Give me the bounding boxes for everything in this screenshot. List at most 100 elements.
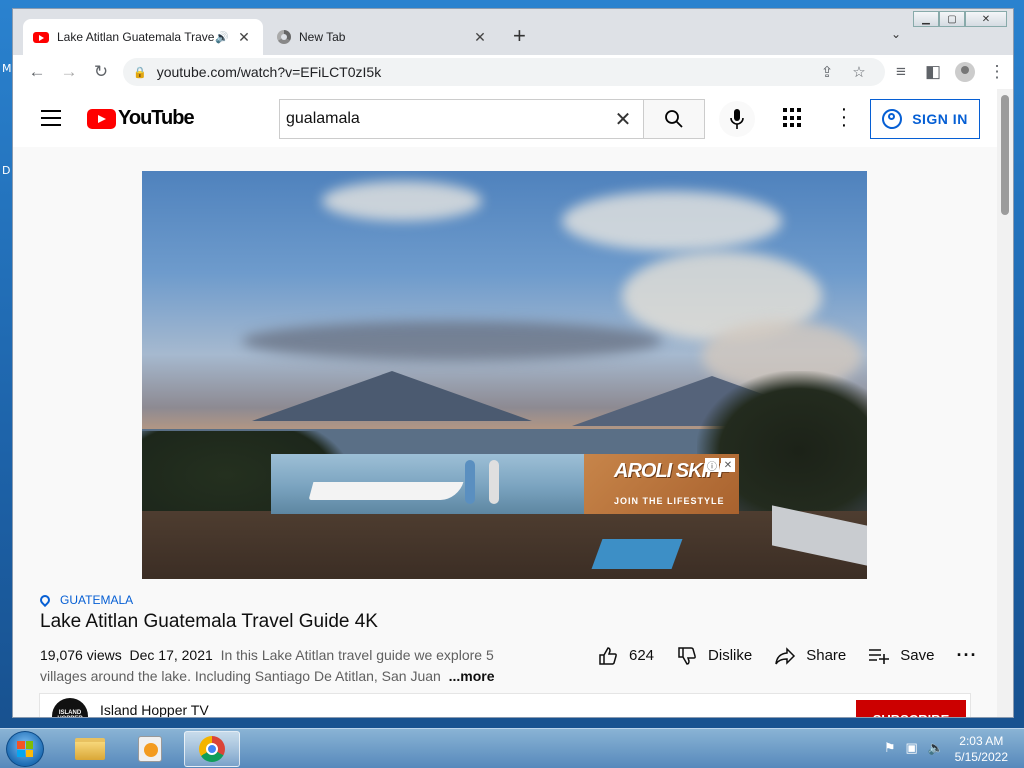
search-button[interactable]	[643, 99, 705, 139]
location-text: GUATEMALA	[60, 593, 134, 607]
sign-in-label: SIGN IN	[912, 111, 968, 127]
ad-tagline: JOIN THE LIFESTYLE	[614, 496, 725, 506]
overlay-ad[interactable]: AROLI SKIFF JOIN THE LIFESTYLE ⓘ ✕	[271, 454, 739, 514]
add-to-playlist-icon	[869, 648, 890, 664]
action-center-flag-icon[interactable]: ⚑	[884, 740, 896, 756]
tab-youtube[interactable]: Lake Atitlan Guatemala Trave 🔊 ✕	[23, 19, 263, 55]
share-icon	[775, 646, 796, 665]
channel-avatar[interactable]: ISLAND HOPPER	[52, 698, 88, 717]
location-pin-icon	[37, 592, 53, 608]
desktop-icon-label: D	[2, 164, 11, 177]
chrome-menu-icon[interactable]: ⋮	[981, 62, 1013, 82]
save-button[interactable]: Save	[868, 646, 934, 666]
taskbar-chrome[interactable]	[184, 731, 240, 767]
like-count: 624	[629, 647, 655, 664]
clock-time: 2:03 AM	[959, 734, 1004, 748]
view-count: 19,076 views	[40, 647, 122, 663]
lock-icon[interactable]: 🔒	[133, 66, 147, 79]
youtube-page: YouTube gualamala ✕ · · · SIGN IN AROLI …	[13, 89, 999, 717]
dislike-label: Dislike	[708, 647, 753, 664]
system-tray: ⚑ ▣ 🔈	[884, 740, 944, 756]
settings-more-icon[interactable]: · · ·	[839, 99, 849, 135]
minimize-icon[interactable]: ▁	[913, 11, 939, 27]
like-button[interactable]: 624	[597, 646, 654, 666]
video-actions: 624 Dislike Share Save ···	[597, 645, 999, 666]
youtube-header: YouTube gualamala ✕ · · · SIGN IN	[13, 89, 999, 147]
reload-icon[interactable]: ↻	[85, 62, 117, 82]
tab-new-tab[interactable]: New Tab ✕	[265, 19, 501, 55]
subscribe-button[interactable]: SUBSCRIBE	[856, 700, 966, 717]
volume-icon[interactable]: 🔈	[928, 740, 944, 756]
video-player[interactable]: AROLI SKIFF JOIN THE LIFESTYLE ⓘ ✕	[142, 171, 867, 579]
search-input[interactable]: gualamala ✕	[279, 99, 643, 139]
page-scrollbar[interactable]	[997, 89, 1013, 717]
microphone-icon	[730, 109, 744, 129]
close-tab-icon[interactable]: ✕	[235, 29, 253, 46]
ad-info-icon[interactable]: ⓘ	[705, 458, 719, 473]
youtube-play-icon	[87, 108, 116, 129]
tab-title: New Tab	[299, 30, 346, 44]
channel-name[interactable]: Island Hopper TV	[100, 702, 209, 717]
tab-strip: Lake Atitlan Guatemala Trave 🔊 ✕ New Tab…	[13, 9, 1013, 55]
thumbs-up-icon	[599, 646, 617, 665]
network-icon[interactable]: ▣	[906, 740, 918, 756]
url-text[interactable]: youtube.com/watch?v=EFiLCT0zI5k	[157, 64, 811, 80]
back-icon[interactable]: ←	[21, 62, 53, 82]
thumbs-down-icon	[678, 646, 696, 665]
account-icon	[882, 109, 903, 129]
start-button[interactable]	[6, 731, 44, 767]
window-controls: ▁ ▢ ✕	[913, 11, 1007, 27]
bookmark-star-icon[interactable]: ☆	[843, 63, 875, 81]
youtube-logo[interactable]: YouTube	[87, 107, 195, 130]
share-button[interactable]: Share	[774, 646, 846, 666]
browser-window: Lake Atitlan Guatemala Trave 🔊 ✕ New Tab…	[12, 8, 1014, 718]
scrollbar-thumb[interactable]	[1001, 95, 1009, 215]
upload-date: Dec 17, 2021	[129, 647, 213, 663]
tab-title: Lake Atitlan Guatemala Trave	[57, 30, 215, 44]
chrome-favicon-icon	[277, 30, 291, 44]
desktop-icon-label: M	[2, 62, 12, 75]
taskbar-explorer[interactable]	[62, 731, 118, 767]
video-title: Lake Atitlan Guatemala Travel Guide 4K	[40, 611, 378, 632]
show-more-link[interactable]: ...more	[449, 668, 495, 684]
dislike-button[interactable]: Dislike	[676, 646, 752, 666]
taskbar-media-player[interactable]	[122, 731, 178, 767]
forward-icon[interactable]: →	[53, 62, 85, 82]
browser-toolbar: ← → ↻ 🔒 youtube.com/watch?v=EFiLCT0zI5k …	[13, 55, 1013, 89]
youtube-favicon-icon	[33, 31, 49, 43]
location-tag[interactable]: GUATEMALA	[37, 592, 134, 608]
clock-date: 5/15/2022	[954, 750, 1008, 764]
clock[interactable]: 2:03 AM 5/15/2022	[955, 733, 1008, 765]
more-actions-icon[interactable]: ···	[956, 645, 977, 666]
folder-icon	[75, 738, 105, 760]
video-description[interactable]: 19,076 views Dec 17, 2021 In this Lake A…	[40, 645, 500, 687]
youtube-wordmark: YouTube	[118, 107, 195, 129]
search-icon	[665, 110, 683, 128]
new-tab-icon[interactable]: +	[513, 25, 526, 47]
windows-logo-icon	[17, 741, 33, 757]
address-bar[interactable]: 🔒 youtube.com/watch?v=EFiLCT0zI5k ⇪ ☆	[123, 58, 885, 86]
side-panel-icon[interactable]: ◧	[917, 62, 949, 82]
media-player-icon	[138, 736, 162, 762]
ad-brand-panel[interactable]: AROLI SKIFF JOIN THE LIFESTYLE ⓘ ✕	[584, 454, 739, 514]
search-query[interactable]: gualamala	[286, 110, 603, 128]
clear-search-icon[interactable]: ✕	[603, 107, 643, 132]
speaker-icon[interactable]: 🔊	[215, 31, 229, 44]
close-window-icon[interactable]: ✕	[965, 11, 1007, 27]
share-page-icon[interactable]: ⇪	[811, 63, 843, 81]
apps-grid-icon[interactable]	[783, 108, 803, 128]
maximize-icon[interactable]: ▢	[939, 11, 965, 27]
close-tab-icon[interactable]: ✕	[471, 29, 489, 46]
ad-image[interactable]	[271, 454, 584, 514]
taskbar: ⚑ ▣ 🔈 2:03 AM 5/15/2022	[0, 728, 1024, 768]
chrome-icon	[199, 736, 225, 762]
media-control-icon[interactable]: ≡	[885, 62, 917, 82]
profile-avatar-icon[interactable]	[955, 62, 975, 82]
hamburger-menu-icon[interactable]	[41, 110, 61, 131]
tab-search-icon[interactable]: ⌄	[891, 27, 901, 41]
sign-in-button[interactable]: SIGN IN	[870, 99, 980, 139]
channel-row: ISLAND HOPPER Island Hopper TV SUBSCRIBE	[39, 693, 971, 717]
voice-search-button[interactable]	[719, 101, 755, 137]
ad-close-icon[interactable]: ✕	[721, 458, 735, 472]
share-label: Share	[806, 647, 847, 664]
